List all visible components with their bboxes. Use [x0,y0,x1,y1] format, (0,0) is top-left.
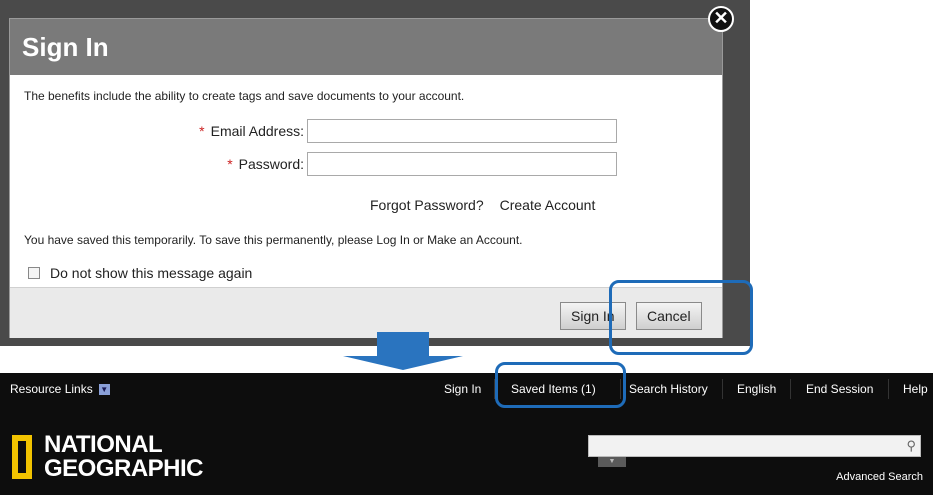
nav-divider [722,379,723,399]
search-options-dropdown[interactable]: ▼ [598,457,626,467]
down-arrow-icon [343,356,463,370]
nav-divider [790,379,791,399]
password-field[interactable] [307,152,617,176]
create-account-link[interactable]: Create Account [500,197,596,213]
resource-links-menu[interactable]: Resource Links ▼ [10,382,110,396]
nav-end-session[interactable]: End Session [806,382,873,396]
saved-items-highlight-box [495,362,626,408]
email-label: * Email Address: [199,123,304,139]
search-icon[interactable]: ⚲ [906,438,916,454]
dialog-title: Sign In [10,19,722,75]
password-label: * Password: [227,156,304,172]
nav-language[interactable]: English [737,382,776,396]
saved-temporarily-message: You have saved this temporarily. To save… [24,233,523,247]
top-nav-bar: Resource Links ▼ Sign In Saved Items (1)… [0,373,933,405]
nav-divider [888,379,889,399]
account-links: Forgot Password? Create Account [370,197,595,213]
logo-yellow-frame [12,435,32,479]
national-geographic-logo[interactable]: NATIONAL GEOGRAPHIC [12,431,204,482]
search-input[interactable]: ⚲ [588,435,921,457]
dialog-intro-text: The benefits include the ability to crea… [24,89,465,103]
required-mark: * [227,156,233,172]
do-not-show-checkbox[interactable] [28,267,40,279]
chevron-down-icon: ▼ [98,383,110,395]
nav-search-history[interactable]: Search History [629,382,708,396]
password-row: * Password: [10,152,724,178]
cancel-highlight-box [609,280,753,355]
do-not-show-row[interactable]: Do not show this message again [28,265,252,281]
logo-text: NATIONAL GEOGRAPHIC [44,431,204,482]
required-mark: * [199,123,205,139]
nav-help[interactable]: Help [903,382,928,396]
resource-links-label: Resource Links [10,382,93,396]
forgot-password-link[interactable]: Forgot Password? [370,197,484,213]
close-icon[interactable]: ✕ [708,6,734,32]
email-field[interactable] [307,119,617,143]
email-row: * Email Address: [10,119,724,145]
nav-sign-in[interactable]: Sign In [444,382,481,396]
advanced-search-link[interactable]: Advanced Search [836,471,923,483]
down-arrow-shaft [377,332,429,358]
site-header: Resource Links ▼ Sign In Saved Items (1)… [0,373,933,495]
do-not-show-label: Do not show this message again [50,265,253,281]
